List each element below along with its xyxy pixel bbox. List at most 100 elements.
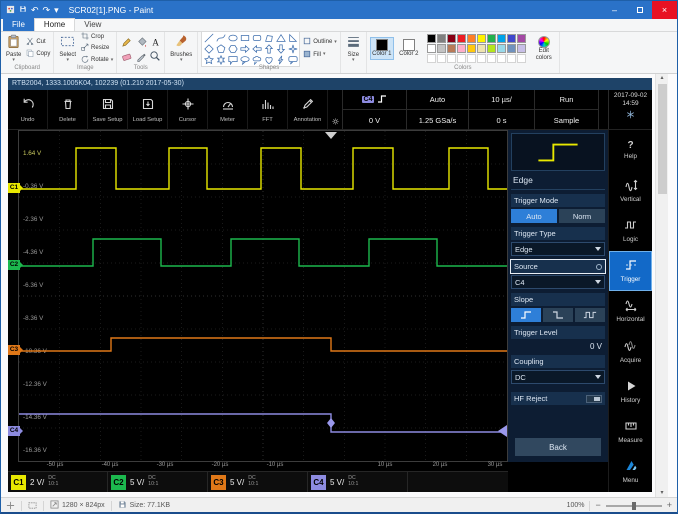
color-swatch[interactable] (467, 44, 476, 53)
color-swatch[interactable] (457, 34, 466, 43)
color-swatch[interactable] (507, 34, 516, 43)
shape-icon[interactable] (251, 55, 262, 65)
shape-icon[interactable] (287, 44, 298, 54)
shape-icon[interactable] (251, 33, 262, 43)
color-swatch[interactable] (487, 44, 496, 53)
shape-icon[interactable] (215, 55, 226, 65)
resize-button[interactable]: Resize (81, 43, 113, 54)
sidebar-item-horizontal[interactable]: Horizontal (609, 291, 652, 331)
shape-icon[interactable] (215, 44, 226, 54)
shape-icon[interactable] (287, 33, 298, 43)
zoom-in-button[interactable]: + (667, 501, 672, 510)
shape-icon[interactable] (227, 55, 238, 65)
scope-toolbar-annotation-button[interactable]: Annotation (288, 90, 328, 130)
trigger-mode-auto-button[interactable]: Auto (511, 209, 557, 223)
copy-button[interactable]: Copy (26, 49, 50, 60)
tab-home[interactable]: Home (34, 18, 75, 31)
empty-color-swatch[interactable] (517, 54, 526, 63)
empty-color-swatch[interactable] (467, 54, 476, 63)
pencil-tool-icon[interactable] (120, 35, 133, 48)
empty-color-swatch[interactable] (497, 54, 506, 63)
empty-color-swatch[interactable] (457, 54, 466, 63)
shape-icon[interactable] (227, 33, 238, 43)
empty-color-swatch[interactable] (447, 54, 456, 63)
color-swatch[interactable] (487, 34, 496, 43)
scope-toolbar-meter-button[interactable]: Meter (208, 90, 248, 130)
trigger-source-cell[interactable]: C4 (343, 90, 407, 110)
trigger-mode-status[interactable]: Auto (407, 90, 469, 110)
scope-toolbar-fft-button[interactable]: FFT (248, 90, 288, 130)
color-swatch[interactable] (437, 44, 446, 53)
color-swatch[interactable] (427, 44, 436, 53)
color-swatch[interactable] (517, 44, 526, 53)
outline-button[interactable]: Outline▾ (303, 37, 337, 48)
color-swatch[interactable] (447, 34, 456, 43)
acquisition-state-status[interactable]: Run (535, 90, 599, 110)
sidebar-item-measure[interactable]: Measure (609, 412, 652, 452)
color-swatch[interactable] (507, 44, 516, 53)
hf-reject-toggle[interactable] (586, 395, 602, 403)
magnifier-icon[interactable] (148, 49, 161, 62)
crop-button[interactable]: Crop (81, 32, 113, 43)
shape-icon[interactable] (263, 44, 274, 54)
color-swatch[interactable] (477, 34, 486, 43)
empty-color-swatch[interactable] (477, 54, 486, 63)
shape-icon[interactable] (263, 55, 274, 65)
sidebar-item-logic[interactable]: Logic (609, 210, 652, 250)
shape-icon[interactable] (239, 55, 250, 65)
color-swatch[interactable] (517, 34, 526, 43)
slope-rising-button[interactable] (511, 308, 541, 322)
fill-bucket-icon[interactable] (134, 35, 147, 48)
color-picker-icon[interactable] (134, 49, 147, 62)
hf-reject-row[interactable]: HF Reject (511, 392, 605, 405)
empty-color-swatch[interactable] (507, 54, 516, 63)
channel-ground-marker-c4[interactable]: C4 (8, 426, 20, 436)
shape-icon[interactable] (227, 44, 238, 54)
sidebar-item-menu[interactable]: Menu (609, 452, 652, 492)
slope-falling-button[interactable] (543, 308, 573, 322)
gear-icon[interactable] (328, 90, 342, 129)
channel-block-c1[interactable]: C12 V/DC10:1 (8, 472, 108, 492)
channel-ground-marker-c1[interactable]: C1 (8, 183, 20, 193)
color-swatch[interactable] (447, 44, 456, 53)
slope-both-button[interactable] (575, 308, 605, 322)
vertical-scrollbar[interactable]: ▴ ▾ (655, 74, 668, 497)
trigger-level-value[interactable]: 0 V (511, 339, 605, 351)
redo-icon[interactable]: ↷ (43, 6, 51, 15)
trigger-mode-norm-button[interactable]: Norm (559, 209, 605, 223)
color-swatch[interactable] (477, 44, 486, 53)
shape-icon[interactable] (239, 33, 250, 43)
zoom-slider-thumb[interactable] (632, 502, 636, 510)
shape-icon[interactable] (287, 55, 298, 65)
minimize-button[interactable]: – (602, 1, 627, 19)
shape-icon[interactable] (203, 55, 214, 65)
edit-colors-button[interactable]: Edit colors (532, 35, 556, 62)
text-tool-icon[interactable]: A (148, 35, 161, 48)
channel-ground-marker-c2[interactable]: C2 (8, 260, 20, 270)
shape-icon[interactable] (251, 44, 262, 54)
channel-block-c2[interactable]: C25 V/DC10:1 (108, 472, 208, 492)
sidebar-item-vertical[interactable]: Vertical (609, 170, 652, 210)
color-swatch[interactable] (467, 34, 476, 43)
sidebar-item-help[interactable]: ?Help (609, 130, 652, 170)
shape-icon[interactable] (275, 44, 286, 54)
empty-color-swatch[interactable] (487, 54, 496, 63)
sidebar-item-acquire[interactable]: Acquire (609, 331, 652, 371)
zoom-slider[interactable] (606, 505, 662, 507)
cut-button[interactable]: Cut (26, 37, 50, 48)
channel-block-c4[interactable]: C45 V/DC10:1 (308, 472, 408, 492)
coupling-dropdown[interactable]: DC (511, 370, 605, 384)
back-button[interactable]: Back (515, 438, 601, 456)
scope-toolbar-save-setup-button[interactable]: Save Setup (88, 90, 128, 130)
color2-button[interactable]: Color 2 (397, 38, 421, 59)
color-swatch[interactable] (437, 34, 446, 43)
fill-button[interactable]: Fill▾ (303, 50, 337, 61)
shape-icon[interactable] (275, 55, 286, 65)
color-swatch[interactable] (497, 44, 506, 53)
shape-icon[interactable] (215, 33, 226, 43)
scroll-down-icon[interactable]: ▾ (660, 489, 663, 497)
scrollbar-thumb[interactable] (658, 84, 667, 194)
shape-icon[interactable] (203, 44, 214, 54)
shape-icon[interactable] (263, 33, 274, 43)
undo-icon[interactable]: ↶ (31, 6, 39, 15)
